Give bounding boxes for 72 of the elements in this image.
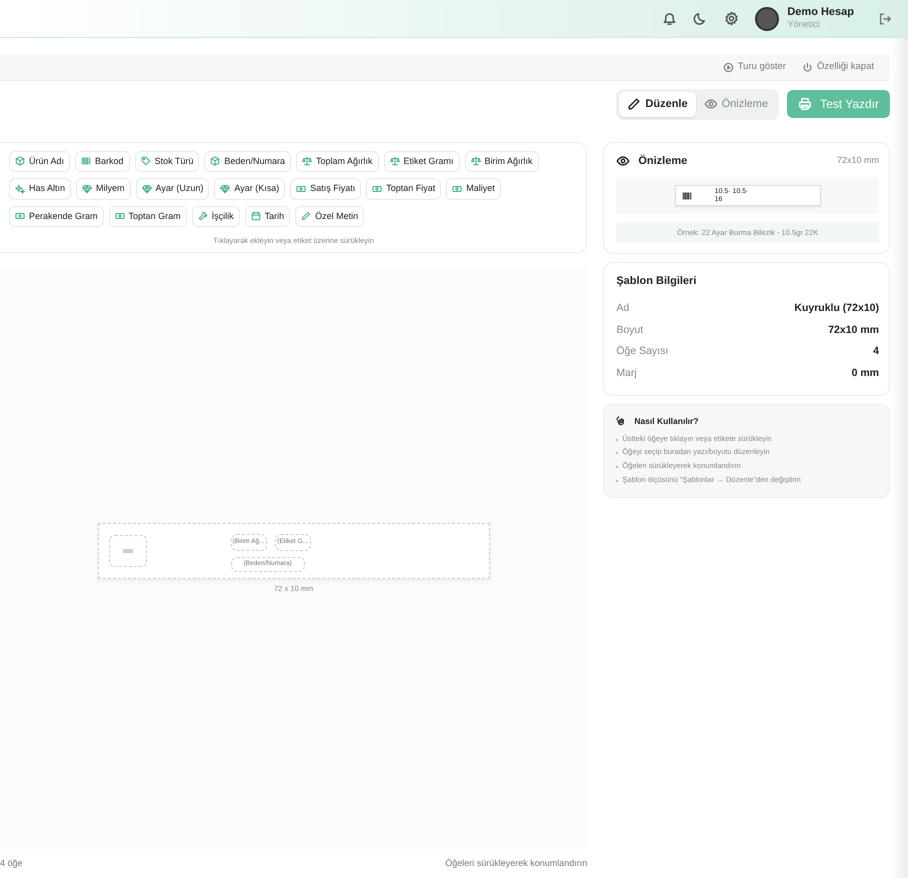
image-placeholder-icon	[122, 548, 133, 553]
info-label: Ad	[616, 300, 630, 316]
field-chip[interactable]: Ürün Adı	[9, 150, 70, 172]
banknote-icon	[114, 211, 125, 222]
help-title: Nasıl Kullanılır?	[634, 414, 699, 428]
banknote-icon	[372, 184, 382, 194]
field-chip[interactable]: Milyem	[76, 178, 131, 200]
settings-icon[interactable]	[724, 11, 740, 26]
banknote-icon	[15, 211, 25, 222]
scale-icon	[470, 156, 481, 166]
info-label: Boyut	[616, 322, 644, 338]
info-label: Öğe Sayısı	[616, 344, 668, 360]
gem-icon	[82, 184, 92, 194]
info-value: 0 mm	[852, 366, 879, 381]
banknote-icon	[452, 184, 462, 194]
barcode-icon	[81, 156, 92, 166]
field-chip[interactable]: Maliyet	[446, 178, 501, 200]
field-chip[interactable]: Toptan Gram	[108, 206, 187, 227]
scale-icon	[390, 156, 400, 166]
power-icon	[802, 62, 813, 72]
user-name: Demo Hesap	[787, 6, 854, 18]
wrench-icon	[198, 211, 208, 222]
field-chip[interactable]: Satış Fiyatı	[290, 178, 362, 200]
field-chip[interactable]: Beden/Numara	[204, 150, 291, 172]
info-label: Marj	[616, 366, 637, 381]
field-chip[interactable]: Özel Metin	[295, 206, 364, 227]
bullet-icon	[616, 452, 618, 454]
field-chip[interactable]: Perakende Gram	[9, 206, 104, 227]
user-role: Yönetici	[787, 18, 820, 31]
avatar[interactable]	[755, 6, 780, 30]
field-chip[interactable]: Toplam Ağırlık	[296, 150, 378, 172]
field-chip[interactable]: Stok Türü	[134, 150, 200, 172]
preview-title: Önizleme	[638, 154, 688, 168]
field-chip[interactable]: Tarih	[244, 206, 290, 227]
info-value: Kuyruklu (72x10)	[794, 300, 879, 316]
pencil-icon	[627, 97, 642, 112]
eye-icon	[704, 97, 718, 112]
calendar-icon	[250, 211, 261, 222]
eye-icon	[616, 154, 630, 168]
mode-tab[interactable]: Düzenle	[619, 92, 696, 116]
info-value: 72x10 mm	[828, 322, 879, 338]
barcode-icon	[680, 190, 693, 200]
logout-icon[interactable]	[878, 12, 892, 26]
bullet-icon	[616, 480, 618, 482]
bullet-icon	[616, 466, 618, 468]
preview-size: 72x10 mm	[836, 154, 879, 167]
template-info-title: Şablon Bilgileri	[616, 274, 698, 290]
field-chip[interactable]: Ayar (Kısa)	[214, 178, 286, 200]
subbar-link[interactable]: Turu göster	[722, 60, 786, 74]
scale-icon	[302, 156, 312, 166]
gem-icon	[220, 184, 230, 194]
tag-icon	[140, 156, 151, 166]
pencil-icon	[301, 211, 312, 222]
banknote-icon	[296, 184, 306, 194]
sparkle-icon	[15, 184, 25, 194]
field-chip[interactable]: İşçilik	[192, 206, 240, 227]
field-chip[interactable]: Birim Ağırlık	[464, 150, 539, 172]
field-chip[interactable]: Etiket Gramı	[384, 150, 460, 172]
subbar-link[interactable]: Özelliği kapat	[802, 60, 874, 74]
item-count: 4 öğe	[0, 857, 23, 870]
cube-icon	[210, 156, 220, 166]
info-value: 4	[873, 344, 879, 360]
field-chip[interactable]: Toptan Fiyat	[366, 178, 442, 200]
cube-icon	[15, 156, 25, 166]
printer-icon	[798, 97, 812, 112]
footer-hint: Öğeleri sürükleyerek konumlandırın	[445, 857, 588, 870]
field-chip[interactable]: Barkod	[75, 150, 130, 172]
gem-icon	[142, 184, 152, 194]
field-chip[interactable]: Ayar (Uzun)	[136, 178, 210, 200]
play-icon	[722, 62, 734, 72]
bell-icon[interactable]	[662, 11, 678, 26]
field-chip[interactable]: Has Altın	[9, 178, 72, 200]
